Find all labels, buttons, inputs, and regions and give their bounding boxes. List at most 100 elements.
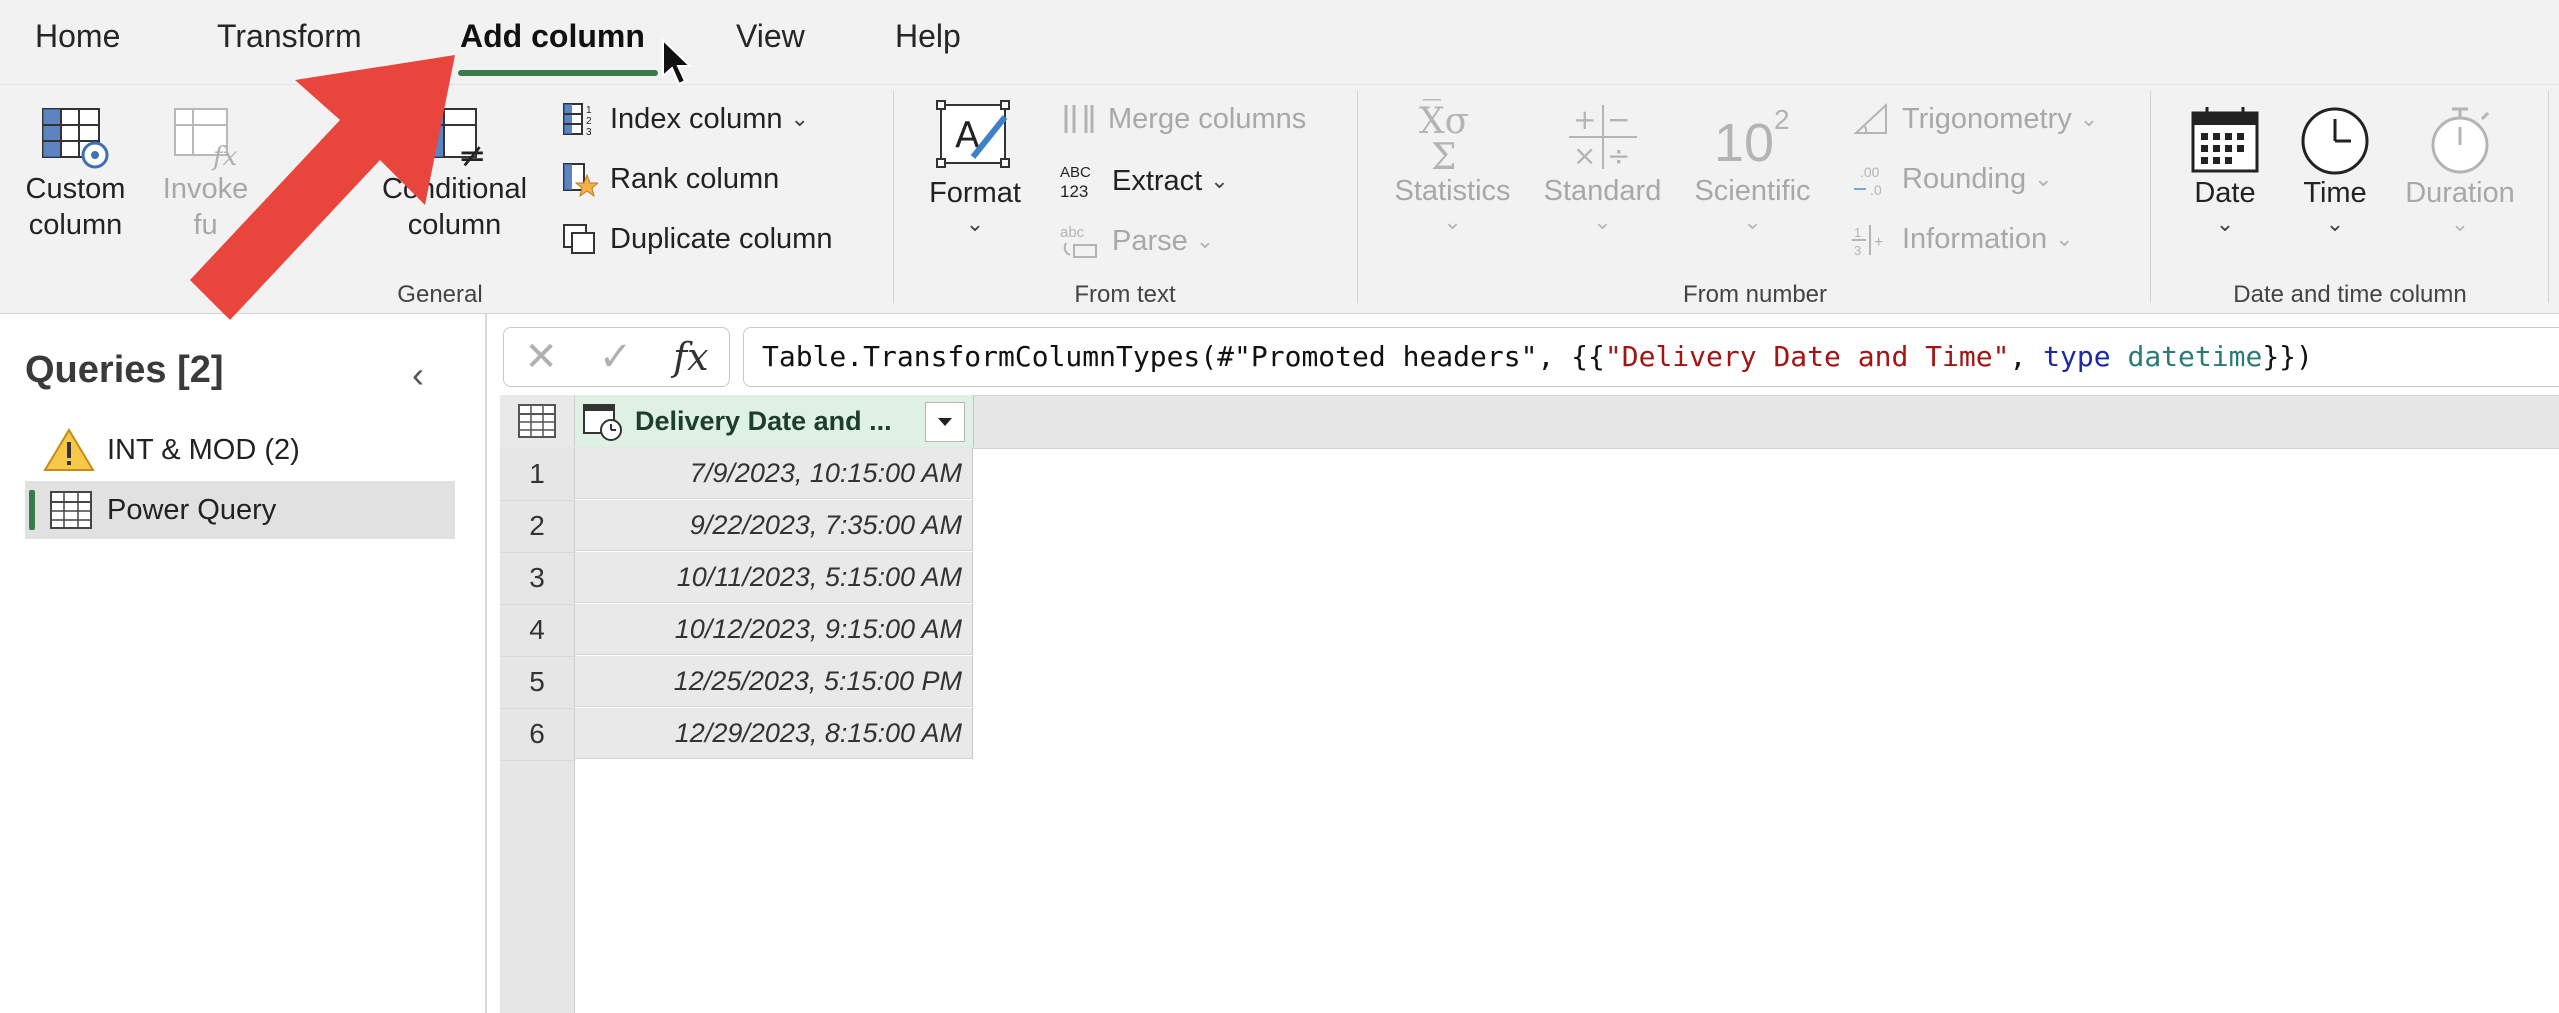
ribbon-separator (893, 91, 894, 303)
query-item-label: INT & MOD (2) (107, 433, 300, 466)
format-button[interactable]: A Format ⌄ (915, 99, 1035, 235)
statistics-icon: X̅σ Σ (1419, 98, 1469, 173)
index-column-button[interactable]: 1 2 3 Index column ⌄ (562, 101, 809, 137)
tab-add-column[interactable]: Add column (460, 18, 645, 55)
information-icon: 1 3 + (1852, 225, 1883, 257)
trigonometry-button[interactable]: Trigonometry ⌄ (1852, 101, 2098, 137)
trigonometry-icon (1853, 102, 1887, 134)
calendar-icon (2191, 107, 2259, 173)
group-label-from-number: From number (1682, 281, 1828, 308)
commit-formula-icon[interactable]: ✓ (599, 334, 633, 380)
collapse-pane-icon[interactable]: ‹ (412, 354, 424, 396)
chevron-down-icon: ⌄ (2079, 106, 2099, 131)
row-number[interactable]: 1 (500, 448, 574, 501)
column-filter-dropdown[interactable] (925, 402, 965, 442)
svg-text:+: + (1573, 103, 1596, 136)
scientific-button[interactable]: 10 2 Scientific ⌄ (1680, 97, 1825, 233)
svg-text:1: 1 (1854, 225, 1861, 240)
clock-icon (2301, 107, 2369, 175)
svg-text:1: 1 (586, 105, 592, 116)
formula-suffix: }}) (2262, 340, 2313, 373)
rounding-button[interactable]: .00 .0 Rounding ⌄ (1852, 161, 2053, 197)
duration-button[interactable]: Duration ⌄ (2390, 105, 2530, 235)
parse-button[interactable]: abc Parse ⌄ (1060, 221, 1214, 261)
index-column-icon: 1 2 3 (563, 103, 592, 137)
fx-icon[interactable]: fx (673, 335, 709, 379)
table-cell[interactable]: 12/25/2023, 5:15:00 PM (575, 656, 973, 707)
table-cell[interactable]: 7/9/2023, 10:15:00 AM (575, 448, 973, 499)
chevron-down-icon: ⌄ (2325, 211, 2345, 236)
rounding-label: Rounding (1902, 163, 2027, 195)
merge-columns-button[interactable]: Merge columns (1060, 101, 1306, 137)
row-number[interactable]: 2 (500, 500, 574, 553)
table-icon (50, 491, 92, 529)
time-label: Time (2303, 177, 2367, 209)
format-label: Format (929, 177, 1021, 209)
svg-text:X̅σ: X̅σ (1419, 98, 1469, 142)
statistics-label: Statistics (1394, 175, 1511, 207)
date-button[interactable]: Date ⌄ (2175, 105, 2275, 235)
standard-button[interactable]: + − × ÷ Standard ⌄ (1530, 97, 1675, 233)
table-cell[interactable]: 10/11/2023, 5:15:00 AM (575, 552, 973, 603)
information-button[interactable]: 1 3 + Information ⌄ (1852, 221, 2074, 257)
table-cell[interactable]: 10/12/2023, 9:15:00 AM (575, 604, 973, 655)
svg-text:2: 2 (586, 116, 592, 127)
extract-button[interactable]: ABC 123 Extract ⌄ (1060, 161, 1229, 201)
svg-text:.0: .0 (1870, 182, 1882, 197)
svg-text:3: 3 (586, 127, 592, 137)
chevron-down-icon: ⌄ (965, 211, 985, 236)
extract-icon: ABC 123 (1060, 164, 1091, 201)
row-number[interactable]: 5 (500, 656, 574, 709)
tab-help[interactable]: Help (895, 18, 961, 55)
standard-label: Standard (1543, 175, 1662, 207)
formula-input[interactable]: Table.TransformColumnTypes(#"Promoted he… (743, 327, 2559, 387)
warning-icon (43, 428, 95, 471)
date-label: Date (2194, 177, 2256, 209)
chevron-down-icon: ⌄ (1743, 209, 1762, 234)
row-number[interactable]: 3 (500, 552, 574, 605)
svg-text:×: × (1573, 139, 1596, 172)
column-header-delivery-date[interactable]: Delivery Date and ... (575, 395, 974, 447)
queries-title: Queries [2] (25, 349, 224, 391)
parse-icon: abc (1060, 224, 1097, 258)
formula-bar-tools: ✕ ✓ fx (503, 327, 730, 387)
query-item-power-query[interactable]: Power Query (25, 481, 455, 539)
svg-text:abc: abc (1060, 224, 1085, 241)
custom-column-button[interactable]: Custom column (18, 105, 133, 243)
svg-text:Σ: Σ (1431, 137, 1456, 173)
query-item-label: Power Query (107, 493, 277, 526)
time-button[interactable]: Time ⌄ (2285, 105, 2385, 235)
chevron-down-icon: ⌄ (2215, 211, 2235, 236)
table-cell[interactable]: 12/29/2023, 8:15:00 AM (575, 708, 973, 759)
group-label-from-text: From text (1074, 281, 1176, 308)
tab-view[interactable]: View (736, 18, 805, 55)
index-column-label: Index column (610, 103, 783, 135)
rank-column-button[interactable]: Rank column (562, 161, 779, 197)
svg-text:.00: .00 (1860, 164, 1880, 180)
standard-icon: + − × ÷ (1568, 103, 1637, 172)
duplicate-column-button[interactable]: Duplicate column (562, 221, 832, 257)
formula-keyword: type (2043, 340, 2111, 373)
rounding-icon: .00 .0 (1854, 164, 1882, 197)
selection-indicator (29, 490, 35, 530)
select-all-table-icon[interactable] (500, 395, 575, 447)
table-icon (518, 404, 556, 438)
scientific-label: Scientific (1694, 175, 1811, 207)
datetime-type-icon[interactable] (581, 400, 625, 442)
tab-home[interactable]: Home (35, 18, 120, 55)
caret-down-icon (938, 418, 952, 426)
formula-separator: , (2009, 340, 2044, 373)
svg-text:÷: ÷ (1607, 139, 1630, 172)
merge-columns-label: Merge columns (1108, 103, 1307, 135)
rank-column-icon (563, 163, 598, 197)
query-item-int-mod[interactable]: INT & MOD (2) (25, 421, 455, 479)
statistics-button[interactable]: X̅σ Σ Statistics ⌄ (1380, 97, 1525, 233)
row-number[interactable]: 4 (500, 604, 574, 657)
stopwatch-icon (2431, 107, 2490, 174)
table-cell[interactable]: 9/22/2023, 7:35:00 AM (575, 500, 973, 551)
custom-column-icon (41, 108, 108, 169)
chevron-down-icon: ⌄ (2450, 211, 2470, 236)
chevron-down-icon: ⌄ (2055, 226, 2074, 251)
row-number[interactable]: 6 (500, 708, 574, 761)
cancel-formula-icon[interactable]: ✕ (524, 334, 558, 380)
